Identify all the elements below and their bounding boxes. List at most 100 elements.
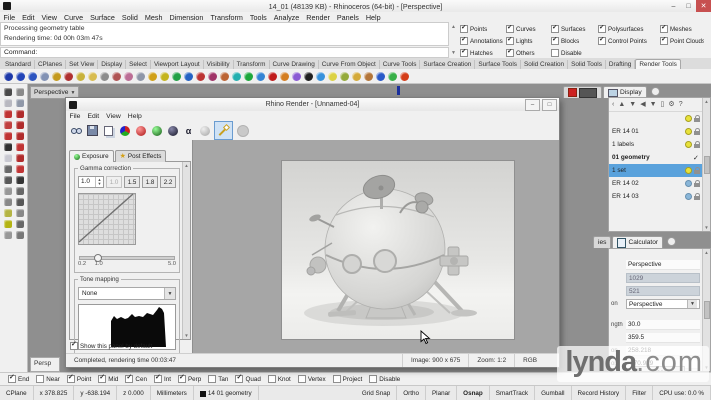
toolbar-icon[interactable]: [280, 72, 289, 81]
toolbar-icon[interactable]: [112, 72, 121, 81]
filter-checkbox[interactable]: ✓ Surfaces: [551, 25, 598, 33]
toolbar-icon[interactable]: [16, 72, 25, 81]
filter-checkbox[interactable]: ✓ Others: [506, 49, 551, 57]
layer-row[interactable]: ER 14 03 ✓: [609, 190, 710, 203]
property-value[interactable]: 1029 ▼: [626, 273, 700, 283]
statusbar-cell[interactable]: x 378.825: [34, 386, 75, 400]
osnap-checkbox[interactable]: ✓ Vertex: [298, 375, 326, 383]
toolbar-tab[interactable]: CPlanes: [35, 60, 66, 69]
scroll-up-icon[interactable]: ▲: [451, 24, 456, 30]
checkbox-icon[interactable]: ✓: [598, 37, 606, 45]
layers-toolbar-icon[interactable]: ▲: [618, 100, 625, 110]
scroll-down-icon[interactable]: ▼: [184, 333, 188, 338]
side-toolbar-icon[interactable]: [16, 154, 24, 162]
toolbar-icon[interactable]: [316, 72, 325, 81]
tone-mapping-select[interactable]: None ▼: [78, 287, 176, 300]
side-toolbar-icon[interactable]: [4, 231, 12, 239]
toolbar-tab[interactable]: Curve Drawing: [270, 60, 319, 69]
red-channel-icon[interactable]: [134, 124, 147, 137]
checkbox-icon[interactable]: ✓: [660, 25, 668, 33]
side-toolbar-icon[interactable]: [4, 132, 12, 140]
layer-row[interactable]: ER 14 02 ✓: [609, 177, 710, 190]
toolbar-icon[interactable]: [28, 72, 37, 81]
osnap-checkbox[interactable]: ✓ Quad: [235, 375, 260, 383]
statusbar-cell[interactable]: CPU use: 0.0 %: [653, 386, 711, 400]
toolbar-icon[interactable]: [352, 72, 361, 81]
checkbox-icon[interactable]: ✓: [460, 37, 468, 45]
osnap-checkbox[interactable]: ✓ Int: [154, 375, 171, 383]
toolbar-icon[interactable]: [124, 72, 133, 81]
filter-checkbox[interactable]: ✓ Meshes: [660, 25, 704, 33]
checkbox-icon[interactable]: ✓: [460, 25, 468, 33]
maximize-button[interactable]: □: [681, 0, 696, 12]
menu-item[interactable]: Transform: [207, 13, 246, 22]
layer-visibility-bulb-icon[interactable]: [685, 193, 692, 200]
save-icon[interactable]: [86, 124, 99, 137]
toolbar-tab[interactable]: Viewport Layout: [151, 60, 204, 69]
tab-layers[interactable]: [563, 86, 602, 98]
toolbar-icon[interactable]: [52, 72, 61, 81]
checkbox-icon[interactable]: ✓: [660, 37, 668, 45]
checkbox-icon[interactable]: ✓: [154, 375, 162, 383]
side-toolbar-icon[interactable]: [16, 99, 24, 107]
filter-checkbox[interactable]: ✓ Polysurfaces: [598, 25, 660, 33]
checkbox-icon[interactable]: ✓: [178, 375, 186, 383]
checkbox-icon[interactable]: ✓: [125, 375, 133, 383]
toolbar-icon[interactable]: [304, 72, 313, 81]
osnap-checkbox[interactable]: ✓ Project: [333, 375, 363, 383]
statusbar-cell[interactable]: 14 01 geometry: [194, 386, 259, 400]
toolbar-icon[interactable]: [4, 72, 13, 81]
toolbar-icon[interactable]: [184, 72, 193, 81]
panel-menu-icon[interactable]: [667, 237, 676, 246]
toolbar-tab[interactable]: Solid Creation: [521, 60, 568, 69]
tab-exposure[interactable]: Exposure: [69, 150, 114, 162]
chevron-down-icon[interactable]: ▼: [164, 288, 175, 299]
layer-lock-icon[interactable]: [694, 196, 700, 200]
toolbar-icon[interactable]: [376, 72, 385, 81]
layers-toolbar-icon[interactable]: ▯: [661, 100, 665, 110]
layer-lock-icon[interactable]: [694, 144, 700, 148]
toolbar-icon[interactable]: [196, 72, 205, 81]
toolbar-tab[interactable]: Drafting: [606, 60, 635, 69]
filter-checkbox[interactable]: ✓ Lights: [506, 37, 551, 45]
checkbox-icon[interactable]: ✓: [369, 375, 377, 383]
checkbox-icon[interactable]: ✓: [506, 25, 514, 33]
toolbar-icon[interactable]: [208, 72, 217, 81]
toolbar-icon[interactable]: [268, 72, 277, 81]
tab-properties[interactable]: ies: [593, 236, 611, 248]
show-panel-checkbox[interactable]: ✓ Show this panel by default: [70, 342, 152, 350]
layer-row[interactable]: ER 14 01 ✓: [609, 125, 710, 138]
toolbar-icon[interactable]: [88, 72, 97, 81]
filter-checkbox[interactable]: ✓ Control Points: [598, 37, 660, 45]
side-toolbar-icon[interactable]: [16, 165, 24, 173]
filter-checkbox[interactable]: ✓ Points: [460, 25, 506, 33]
osnap-checkbox[interactable]: ✓ Perp: [178, 375, 201, 383]
minimize-button[interactable]: –: [666, 0, 681, 12]
side-toolbar-icon[interactable]: [4, 176, 12, 184]
gamma-preset-button[interactable]: 1.8: [142, 176, 158, 188]
checkbox-icon[interactable]: ✓: [598, 25, 606, 33]
layers-toolbar-icon[interactable]: ‹: [612, 100, 614, 110]
copy-icon[interactable]: [102, 124, 115, 137]
toolbar-icon[interactable]: [136, 72, 145, 81]
toolbar-icon[interactable]: [232, 72, 241, 81]
command-history-scrollbar[interactable]: ▲ ▼: [449, 22, 458, 58]
checkbox-icon[interactable]: ✓: [298, 375, 306, 383]
layer-row[interactable]: 01 geometry ✓: [609, 151, 710, 164]
layer-visibility-bulb-icon[interactable]: [685, 128, 692, 135]
side-toolbar-icon[interactable]: [16, 198, 24, 206]
gamma-slider[interactable]: [79, 253, 175, 261]
menu-item[interactable]: Analyze: [270, 13, 303, 22]
layers-toolbar-icon[interactable]: ⚙: [668, 100, 674, 110]
scroll-up-icon[interactable]: ▲: [184, 163, 188, 168]
toolbar-tab[interactable]: Curve Tools: [380, 60, 421, 69]
side-toolbar-icon[interactable]: [16, 220, 24, 228]
side-toolbar-icon[interactable]: [4, 209, 12, 217]
toolbar-icon[interactable]: [388, 72, 397, 81]
side-toolbar-icon[interactable]: [16, 231, 24, 239]
viewport-bottom-tab[interactable]: Persp: [30, 357, 60, 372]
layer-lock-icon[interactable]: [694, 118, 700, 122]
layer-row[interactable]: 1 labels ✓: [609, 138, 710, 151]
chevron-down-icon[interactable]: ▼: [70, 90, 75, 96]
osnap-checkbox[interactable]: ✓ Point: [67, 375, 91, 383]
